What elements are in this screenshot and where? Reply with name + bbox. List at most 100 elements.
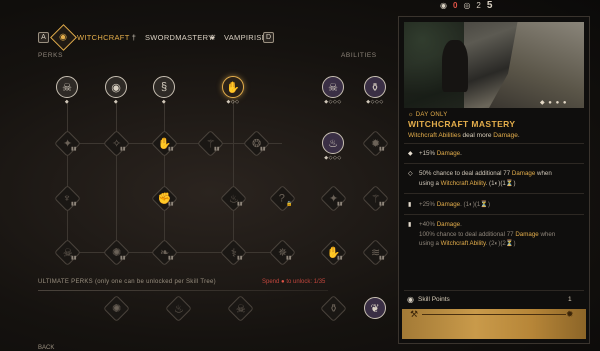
book-icon: ▮▮ (379, 255, 385, 261)
book-icon: ▮▮ (168, 255, 174, 261)
perk-pips: ◆◇◇ (226, 99, 240, 105)
tree-connector (67, 100, 68, 250)
beast-icon: ✺ (103, 295, 130, 322)
perk-node-locked[interactable]: ❂ ▮▮ (243, 130, 270, 157)
tier-keyword: Damage (436, 221, 461, 228)
tier-text: when (538, 230, 556, 238)
tier-text: using a (419, 240, 441, 247)
ultimate-perk-node[interactable]: ✺ (103, 295, 130, 322)
flame-icon: ♨ (220, 185, 247, 212)
perk-node-locked[interactable]: ⚚ ▮▮ (197, 130, 224, 157)
hud-icon-a: ◉ (440, 1, 447, 10)
ability-node-locked[interactable]: ✋ ▮▮ (320, 239, 347, 266)
preview-figure (442, 40, 468, 92)
perk-node-locked[interactable]: ⚕ ▮▮ (220, 239, 247, 266)
ability-node-locked[interactable]: ≋ ▮▮ (362, 239, 389, 266)
wave-icon: ≋ (362, 239, 389, 266)
perk-node-locked[interactable]: ✧ ▮▮ (103, 130, 130, 157)
tier-text: 100% chance to deal additional 77 (419, 230, 516, 238)
book-icon: ▮▮ (168, 201, 174, 207)
ability-node-locked[interactable]: ✦ ▮▮ (320, 185, 347, 212)
perk-node[interactable]: ☠ ◆ (56, 76, 78, 105)
perk-node-unknown[interactable]: ? 🔒 (269, 185, 296, 212)
book-icon: ▮▮ (286, 255, 292, 261)
tier-text: when (535, 170, 552, 177)
tier-keyword: Damage (511, 170, 536, 177)
hud-counters: ◉ 0 ◎ 2 5 (440, 0, 492, 11)
perk-node-locked[interactable]: ✺ ▮▮ (103, 239, 130, 266)
tier-text: +40% (419, 221, 437, 228)
book-icon: ▮▮ (237, 255, 243, 261)
perk-node-locked[interactable]: ☠ ▮▮ (54, 239, 81, 266)
tab-label: SWORDMASTERY (145, 32, 214, 42)
tier-text: +25% (419, 201, 437, 208)
drop-icon: ♆ (54, 185, 81, 212)
ability-node[interactable]: ☠ ◆◇◇◇ (322, 76, 344, 105)
tab-next-key[interactable]: D (263, 32, 274, 43)
tab-witchcraft[interactable]: ◉ WITCHCRAFT (50, 23, 130, 51)
hand-icon: ✋ (151, 130, 178, 157)
tier-text: . (1◐)(1⏳) (485, 179, 516, 187)
desc-end: . (517, 132, 520, 139)
rune-icon: ⚚ (197, 130, 224, 157)
book-icon: ▮ (408, 201, 412, 208)
fang-icon: ❦ (209, 32, 217, 42)
tier-keyword: Witchcraft Ability (440, 240, 486, 247)
swirl-icon: § (153, 76, 175, 98)
crow-ability-icon: ❦ (364, 297, 386, 319)
ability-node-locked[interactable]: ✹ ▮▮ (362, 130, 389, 157)
skull-icon: ☠ (227, 295, 254, 322)
book-icon: ▮ (408, 221, 412, 228)
perk-node[interactable]: § ◆ (153, 76, 175, 105)
tier-text: . (460, 150, 462, 157)
eye-sigil-icon: ◉ (50, 23, 77, 51)
tab-vampirism[interactable]: ❦ VAMPIRISM (206, 29, 268, 45)
tier-text: +15% (419, 150, 437, 157)
ultimate-perk-node[interactable]: ☠ (227, 295, 254, 322)
ultimate-perk-node[interactable]: ♨ (165, 295, 192, 322)
ability-node[interactable]: ❦ (364, 297, 386, 319)
perk-node[interactable]: ◉ ◆ (105, 76, 127, 105)
preview-pagination[interactable]: ◆ ● ● ● (540, 99, 568, 106)
perk-node-locked[interactable]: ✦ ▮▮ (54, 130, 81, 157)
stag-icon: ❧ (151, 239, 178, 266)
claw-icon: ✦ (54, 130, 81, 157)
ability-node-locked[interactable]: ⚱ (320, 295, 347, 322)
tier-keyword: Damage (515, 230, 539, 238)
book-icon: ▮▮ (237, 201, 243, 207)
tab-swordmastery[interactable]: † SWORDMASTERY (127, 29, 213, 45)
empty-diamond-icon: ◇ (408, 170, 413, 177)
panel-divider (404, 193, 584, 194)
skill-point-icon: ◉ (407, 295, 414, 304)
ability-node[interactable]: ⚱ ◆◇◇◇ (364, 76, 386, 105)
tier-keyword: Witchcraft Ability (440, 179, 486, 187)
sun-icon: ☼ (408, 112, 414, 118)
wing-icon: ✧ (103, 130, 130, 157)
perk-node-witchcraft-mastery[interactable]: ✋ ◆◇◇ (222, 76, 244, 105)
panel-divider (404, 290, 584, 291)
perk-node-locked[interactable]: ✵ ▮▮ (269, 239, 296, 266)
perk-node-locked[interactable]: ✋ ▮▮ (151, 130, 178, 157)
lock-icon: 🔒 (286, 201, 293, 207)
perk-node-locked[interactable]: ✊ ▮▮ (151, 185, 178, 212)
ability-node[interactable]: ♨ ◆◇◇◇ (322, 132, 344, 161)
book-icon: ▮▮ (120, 255, 126, 261)
perk-node-locked[interactable]: ♆ ▮▮ (54, 185, 81, 212)
tab-prev-key[interactable]: A (38, 32, 49, 43)
back-label[interactable]: BACK (38, 345, 54, 351)
tier-text: . (1◐)(1⏳) (460, 201, 491, 208)
tree-connector (164, 100, 165, 250)
tier-text: using a (419, 179, 441, 187)
perk-node-locked[interactable]: ❧ ▮▮ (151, 239, 178, 266)
preview-rock (489, 22, 584, 108)
perk-node-locked[interactable]: ♨ ▮▮ (220, 185, 247, 212)
book-icon: ▮▮ (168, 146, 174, 152)
perk-pips: ◆ (64, 99, 70, 105)
tab-label: VAMPIRISM (224, 32, 269, 42)
tab-label: WITCHCRAFT (77, 32, 130, 42)
ability-node-locked[interactable]: ⚚ ▮▮ (362, 185, 389, 212)
hand-sigil-icon: ✋ (222, 76, 244, 98)
tree-connector (116, 100, 117, 250)
skill-points-value: 1 (568, 296, 572, 303)
desc-keyword-damage: Damage (493, 132, 518, 139)
